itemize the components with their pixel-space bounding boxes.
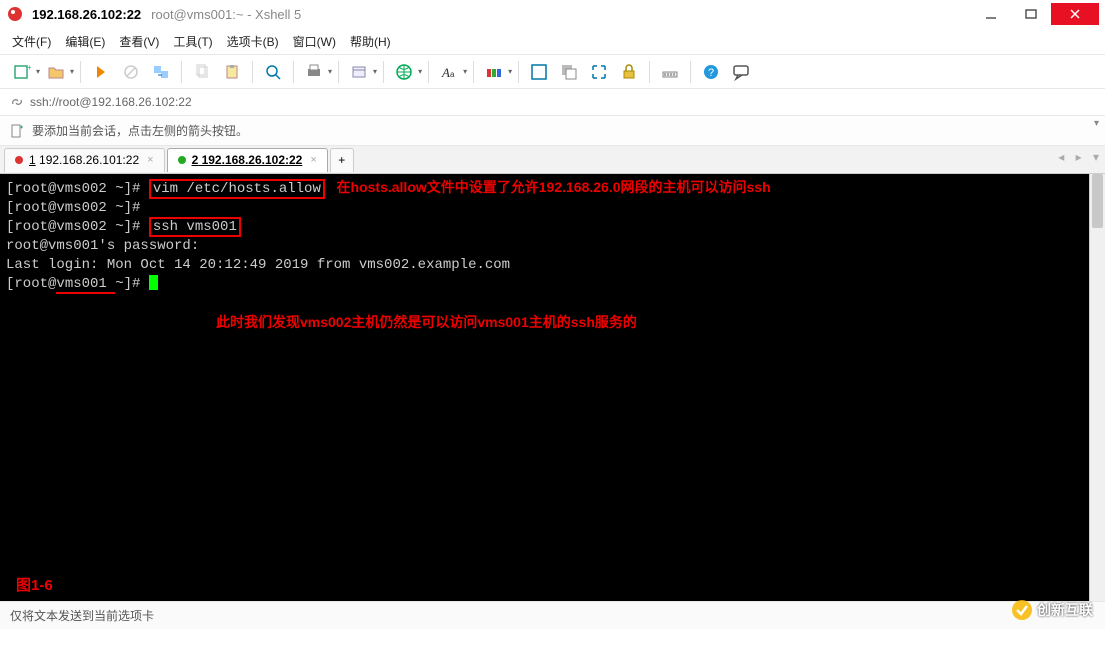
fonts-icon[interactable]: Aa	[435, 58, 463, 86]
watermark-logo-icon	[1011, 599, 1033, 621]
menu-edit[interactable]: 编辑(E)	[65, 33, 105, 50]
status-bar: 仅将文本发送到当前选项卡	[0, 601, 1105, 629]
search-icon[interactable]	[259, 58, 287, 86]
menu-window[interactable]: 窗口(W)	[293, 33, 336, 50]
address-bar[interactable]: ssh://root@192.168.26.102:22	[0, 88, 1105, 116]
disconnect-icon[interactable]	[117, 58, 145, 86]
address-text: ssh://root@192.168.26.102:22	[30, 95, 192, 109]
tab-close-icon[interactable]: ×	[147, 154, 153, 166]
dropdown-icon[interactable]: ▾	[70, 67, 74, 76]
toolbar-overflow-icon[interactable]: ▾	[1094, 118, 1099, 129]
menu-view[interactable]: 查看(V)	[119, 33, 159, 50]
svg-text:?: ?	[708, 67, 714, 79]
status-dot-disconnected-icon	[15, 156, 23, 164]
annotation-text: 在hosts.allow文件中设置了允许192.168.26.0网段的主机可以访…	[325, 179, 771, 195]
status-text: 仅将文本发送到当前选项卡	[10, 607, 154, 624]
dropdown-icon[interactable]: ▾	[463, 67, 467, 76]
minimize-button[interactable]	[971, 3, 1011, 25]
menubar: 文件(F) 编辑(E) 查看(V) 工具(T) 选项卡(B) 窗口(W) 帮助(…	[0, 28, 1105, 54]
terminal[interactable]: [root@vms002 ~]# vim /etc/hosts.allow 在h…	[0, 174, 1105, 601]
lock-icon[interactable]	[615, 58, 643, 86]
paste-icon[interactable]	[218, 58, 246, 86]
globe-icon[interactable]	[390, 58, 418, 86]
chevron-right-icon: ▸	[1076, 150, 1082, 164]
toolbar: +▾ ▾ ▾ ▾ ▾ Aa▾ ▾ ?	[0, 54, 1105, 88]
window-title-main: 192.168.26.102:22	[32, 7, 141, 22]
terminal-scrollbar[interactable]	[1089, 174, 1105, 601]
tab-add-button[interactable]: +	[330, 148, 354, 172]
copy-icon	[188, 58, 216, 86]
dropdown-icon[interactable]: ▾	[418, 67, 422, 76]
info-bar: 要添加当前会话，点击左侧的箭头按钮。	[0, 116, 1105, 146]
app-icon	[6, 5, 24, 23]
fullscreen-icon[interactable]	[525, 58, 553, 86]
keys-icon[interactable]	[656, 58, 684, 86]
tab-nav-arrows[interactable]: ◂ ▸ ▾	[1058, 150, 1099, 164]
link-icon	[10, 95, 24, 109]
help-icon[interactable]: ?	[697, 58, 725, 86]
highlight-box: vim /etc/hosts.allow	[149, 179, 325, 199]
svg-text:a: a	[450, 70, 455, 79]
tab-label: 2 192.168.26.102:22	[192, 153, 303, 167]
session-tab-2[interactable]: 2 192.168.26.102:22 ×	[167, 148, 328, 172]
titlebar: 192.168.26.102:22 root@vms001:~ - Xshell…	[0, 0, 1105, 28]
maximize-button[interactable]	[1011, 3, 1051, 25]
tab-bar: 1 192.168.26.101:22 × 2 192.168.26.102:2…	[0, 146, 1105, 174]
dropdown-icon[interactable]: ▾	[328, 67, 332, 76]
bookmark-add-icon[interactable]	[10, 124, 24, 138]
dropdown-icon[interactable]: ▾	[508, 67, 512, 76]
transparency-icon[interactable]	[555, 58, 583, 86]
status-dot-connected-icon	[178, 156, 186, 164]
annotation-text: 此时我们发现vms002主机仍然是可以访问vms001主机的ssh服务的	[216, 314, 637, 330]
fit-icon[interactable]	[585, 58, 613, 86]
menu-file[interactable]: 文件(F)	[12, 33, 51, 50]
info-text: 要添加当前会话，点击左侧的箭头按钮。	[32, 122, 248, 139]
chat-icon[interactable]	[727, 58, 755, 86]
properties-icon[interactable]	[345, 58, 373, 86]
dropdown-icon[interactable]: ▾	[373, 67, 377, 76]
close-button[interactable]	[1051, 3, 1099, 25]
watermark-text: 创新互联	[1037, 600, 1093, 620]
chevron-left-icon: ◂	[1058, 150, 1064, 164]
window-title-sub: root@vms001:~ - Xshell 5	[151, 7, 301, 22]
new-session-icon[interactable]: +	[8, 58, 36, 86]
transfer-icon[interactable]	[147, 58, 175, 86]
tab-label: 1 192.168.26.101:22	[29, 153, 139, 167]
colors-icon[interactable]	[480, 58, 508, 86]
cursor-icon	[149, 275, 158, 290]
highlight-box: ssh vms001	[149, 217, 241, 237]
highlight-underline: vms001	[56, 276, 115, 294]
tab-close-icon[interactable]: ×	[310, 154, 316, 166]
menu-tabs[interactable]: 选项卡(B)	[227, 33, 279, 50]
session-tab-1[interactable]: 1 192.168.26.101:22 ×	[4, 148, 165, 172]
chevron-down-icon: ▾	[1093, 150, 1099, 164]
open-folder-icon[interactable]	[42, 58, 70, 86]
watermark: 创新互联	[1011, 599, 1093, 621]
menu-tools[interactable]: 工具(T)	[173, 33, 212, 50]
figure-label: 图1-6	[16, 576, 53, 595]
print-icon[interactable]	[300, 58, 328, 86]
svg-text:+: +	[27, 63, 31, 72]
menu-help[interactable]: 帮助(H)	[350, 33, 391, 50]
svg-text:A: A	[441, 65, 450, 80]
scrollbar-thumb[interactable]	[1092, 174, 1103, 228]
reconnect-icon[interactable]	[87, 58, 115, 86]
dropdown-icon[interactable]: ▾	[36, 67, 40, 76]
